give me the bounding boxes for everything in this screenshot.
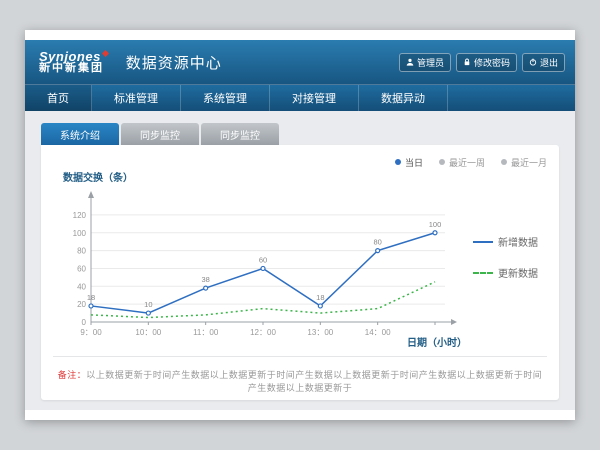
dot-icon [501, 159, 507, 165]
svg-text:10：00: 10：00 [135, 328, 161, 337]
power-icon [529, 58, 537, 66]
tab-sync-monitor-1[interactable]: 同步监控 [121, 123, 199, 145]
page-title: 数据资源中心 [126, 52, 222, 73]
legend-new-data-label: 新增数据 [498, 234, 538, 249]
x-axis-label: 日期（小时） [407, 336, 467, 349]
y-axis-label: 数据交换（条） [63, 169, 547, 184]
app-header: Synjones 新中新集团 数据资源中心 管理员 修改密码 退出 [25, 40, 575, 85]
admin-label: 管理员 [417, 56, 444, 69]
solid-line-icon [473, 241, 493, 243]
app-window: Synjones 新中新集团 数据资源中心 管理员 修改密码 退出 [25, 30, 575, 420]
filter-last-month[interactable]: 最近一月 [501, 156, 547, 169]
filter-last-week-label: 最近一周 [449, 156, 485, 169]
svg-text:40: 40 [77, 282, 86, 291]
tab-bar: 系统介绍 同步监控 同步监控 [41, 123, 559, 145]
change-password-label: 修改密码 [474, 56, 510, 69]
header-actions: 管理员 修改密码 退出 [399, 53, 565, 72]
desktop-background: Synjones 新中新集团 数据资源中心 管理员 修改密码 退出 [0, 0, 600, 450]
svg-text:80: 80 [77, 247, 86, 256]
tab-sync-monitor-2[interactable]: 同步监控 [201, 123, 279, 145]
logo-company: 新中新集团 [39, 63, 108, 75]
svg-text:38: 38 [201, 275, 209, 284]
logo-diamond-icon [102, 50, 109, 57]
main-nav: 首页 标准管理 系统管理 对接管理 数据异动 [25, 84, 575, 111]
svg-text:120: 120 [73, 211, 87, 220]
filter-today-label: 当日 [405, 156, 423, 169]
legend-new-data: 新增数据 [473, 234, 539, 249]
remark-text: 以上数据更新于时间产生数据以上数据更新于时间产生数据以上数据更新于时间产生数据以… [86, 370, 542, 393]
page-bottom-margin [25, 410, 575, 420]
svg-text:60: 60 [259, 256, 267, 265]
svg-text:18: 18 [87, 293, 95, 302]
change-password-button[interactable]: 修改密码 [456, 53, 517, 72]
nav-item-standard-management[interactable]: 标准管理 [92, 85, 181, 111]
svg-text:11：00: 11：00 [193, 328, 219, 337]
dot-icon [395, 159, 401, 165]
chart-panel: 当日 最近一周 最近一月 数据交换（条） 0 20 40 60 80 100 120 9：00… [41, 145, 559, 400]
lock-icon [463, 58, 471, 66]
remark: 备注：以上数据更新于时间产生数据以上数据更新于时间产生数据以上数据更新于时间产生… [53, 356, 547, 394]
svg-text:10: 10 [144, 300, 152, 309]
dashed-line-icon [473, 272, 493, 274]
svg-text:14：00: 14：00 [365, 328, 391, 337]
svg-text:20: 20 [77, 300, 86, 309]
svg-text:13：00: 13：00 [307, 328, 333, 337]
filter-last-week[interactable]: 最近一周 [439, 156, 485, 169]
legend-updated-data: 更新数据 [473, 265, 539, 280]
remark-label: 备注： [58, 370, 87, 380]
user-icon [406, 58, 414, 66]
nav-item-system-management[interactable]: 系统管理 [181, 85, 270, 111]
svg-text:9：00: 9：00 [80, 328, 102, 337]
admin-button[interactable]: 管理员 [399, 53, 451, 72]
svg-text:80: 80 [373, 238, 381, 247]
logout-button[interactable]: 退出 [522, 53, 565, 72]
tab-system-intro[interactable]: 系统介绍 [41, 123, 119, 145]
line-chart: 0 20 40 60 80 100 120 9：00 10：00 11：00 12：00 13：00 1… [53, 186, 473, 354]
svg-text:12：00: 12：00 [250, 328, 276, 337]
dot-icon [439, 159, 445, 165]
filter-today[interactable]: 当日 [395, 156, 423, 169]
nav-item-data-change[interactable]: 数据异动 [359, 85, 448, 111]
page-top-margin [25, 30, 575, 40]
brand-logo: Synjones 新中新集团 [39, 50, 108, 75]
svg-text:0: 0 [82, 318, 87, 327]
logout-label: 退出 [540, 56, 558, 69]
svg-text:18: 18 [316, 293, 324, 302]
range-filter-group: 当日 最近一周 最近一月 [53, 155, 547, 169]
svg-text:60: 60 [77, 265, 86, 274]
filter-last-month-label: 最近一月 [511, 156, 547, 169]
legend-updated-data-label: 更新数据 [498, 265, 538, 280]
content-area: 系统介绍 同步监控 同步监控 当日 最近一周 最近一月 [25, 111, 575, 410]
svg-text:100: 100 [73, 229, 87, 238]
series-legend: 新增数据 更新数据 [473, 186, 539, 354]
nav-item-integration-management[interactable]: 对接管理 [270, 85, 359, 111]
svg-text:100: 100 [429, 220, 442, 229]
nav-item-home[interactable]: 首页 [25, 85, 92, 111]
chart-row: 0 20 40 60 80 100 120 9：00 10：00 11：00 12：00 13：00 1… [53, 186, 547, 354]
